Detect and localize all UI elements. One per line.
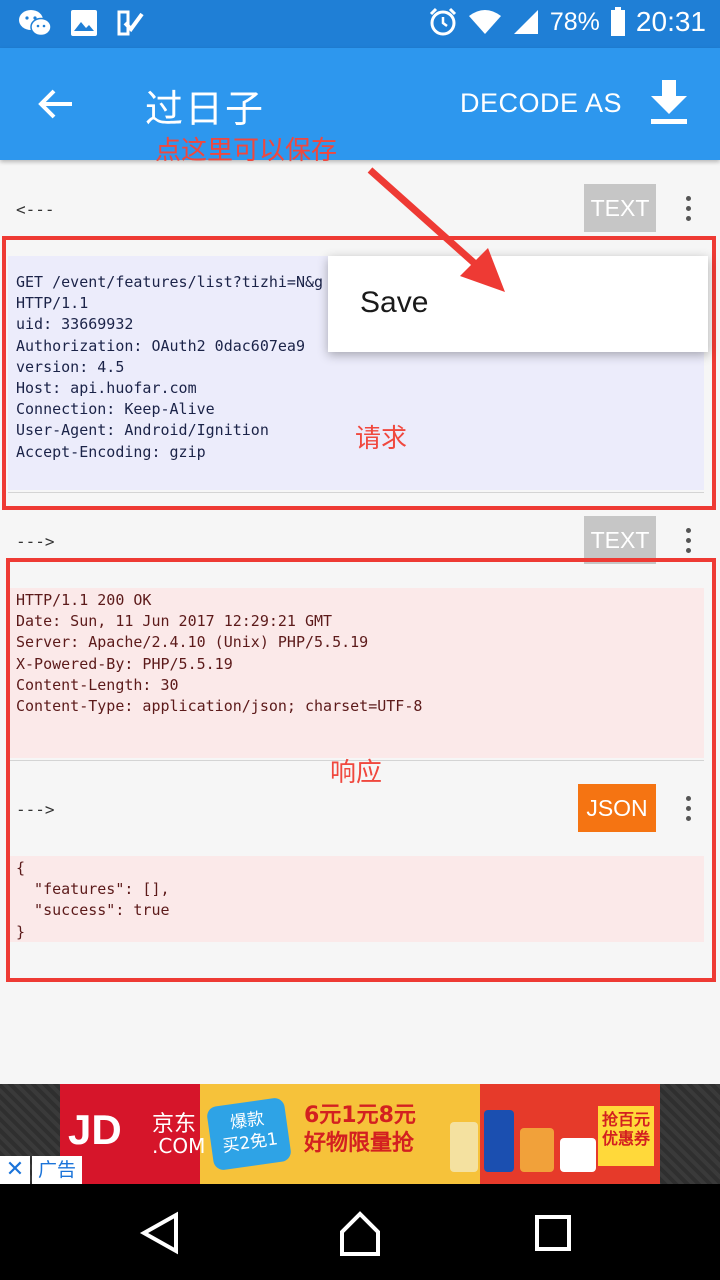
decode-as-button[interactable]: DECODE AS (460, 88, 622, 119)
clock: 20:31 (635, 6, 706, 37)
ad-tag: 广告 (32, 1156, 82, 1184)
ad-products-image (450, 1098, 600, 1172)
wechat-icon (19, 10, 52, 37)
ad-headline: 6元1元8元 好物限量抢 (304, 1103, 416, 1156)
nav-recents-icon[interactable] (528, 1208, 578, 1258)
request-more-icon[interactable] (678, 188, 698, 228)
nav-back-icon[interactable] (136, 1208, 186, 1258)
response-direction: ---> (16, 532, 55, 551)
overflow-menu: Save (328, 256, 708, 352)
signal-icon (513, 10, 538, 34)
back-button[interactable] (26, 76, 86, 132)
download-icon (651, 80, 687, 124)
response-more-icon[interactable] (678, 520, 698, 560)
ad-bubble: 爆款 买2免1 (205, 1096, 293, 1172)
app-bar: 过日子 DECODE AS (0, 48, 720, 160)
menu-item-save[interactable]: Save (360, 286, 428, 320)
ad-close-icon[interactable]: ✕ (0, 1156, 30, 1184)
page-title: 过日子 (145, 87, 266, 131)
ad-logo-com: .COM (152, 1134, 206, 1158)
ad-coupon: 抢百元 优惠券 (598, 1106, 654, 1166)
back-arrow-icon (38, 89, 72, 119)
nav-bar (0, 1184, 720, 1280)
wifi-icon (468, 10, 501, 34)
checklist-icon (117, 10, 144, 36)
battery-icon (610, 7, 625, 36)
annotation-save-hint: 点这里可以保存 (155, 136, 338, 166)
annotation-request: 请求 (355, 424, 408, 454)
request-mode-button[interactable]: TEXT (584, 184, 656, 232)
ad-banner[interactable]: JD 京东 .COM 爆款 买2免1 6元1元8元 好物限量抢 抢百元 优惠券 (0, 1084, 720, 1184)
response-mode-button[interactable]: TEXT (584, 516, 656, 564)
alarm-icon (429, 7, 456, 36)
battery-percent: 78% (549, 7, 600, 36)
image-icon (71, 10, 97, 36)
download-button[interactable] (648, 78, 698, 128)
status-bar: 78% 20:31 (0, 0, 720, 48)
request-direction: <--- (16, 200, 55, 219)
ad-image[interactable]: JD 京东 .COM 爆款 买2免1 6元1元8元 好物限量抢 抢百元 优惠券 (60, 1084, 660, 1184)
annotation-response: 响应 (330, 758, 383, 788)
nav-home-icon[interactable] (335, 1208, 385, 1258)
ad-logo: JD (68, 1106, 122, 1153)
